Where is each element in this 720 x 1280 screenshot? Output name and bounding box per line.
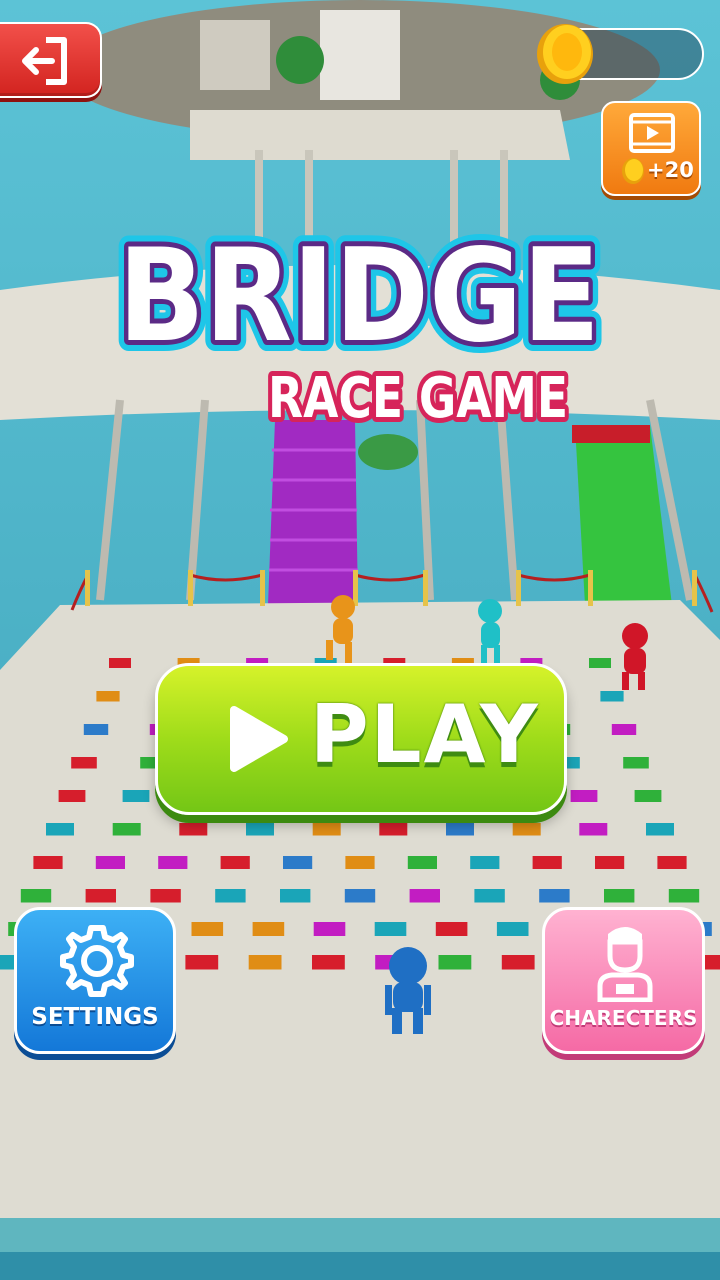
video-reward-amount: +20: [647, 158, 694, 182]
game-title-logo: BRIDGE BRIDGE BRIDGE RACE GAME RACE GAME: [100, 211, 620, 452]
small-coin-icon: [622, 158, 644, 184]
play-label: PLAY: [310, 688, 540, 781]
characters-button[interactable]: CHARECTERS: [542, 907, 705, 1054]
character-avatar-icon: [597, 927, 653, 1002]
exit-arrow-icon: [22, 37, 67, 85]
gold-coin-icon: [537, 24, 593, 84]
video-film-icon: [629, 113, 675, 153]
exit-button[interactable]: [0, 22, 102, 98]
play-triangle-icon: [230, 706, 288, 772]
characters-label: CHARECTERS: [549, 1006, 698, 1030]
title-line1-fill: BRIDGE: [118, 222, 600, 371]
watch-video-reward-button[interactable]: +20: [601, 101, 701, 196]
gear-icon: [60, 925, 134, 997]
settings-label: SETTINGS: [31, 1004, 159, 1030]
title-line2: RACE GAME: [268, 366, 568, 431]
settings-button[interactable]: SETTINGS: [14, 907, 176, 1054]
play-button[interactable]: PLAY: [155, 663, 567, 815]
